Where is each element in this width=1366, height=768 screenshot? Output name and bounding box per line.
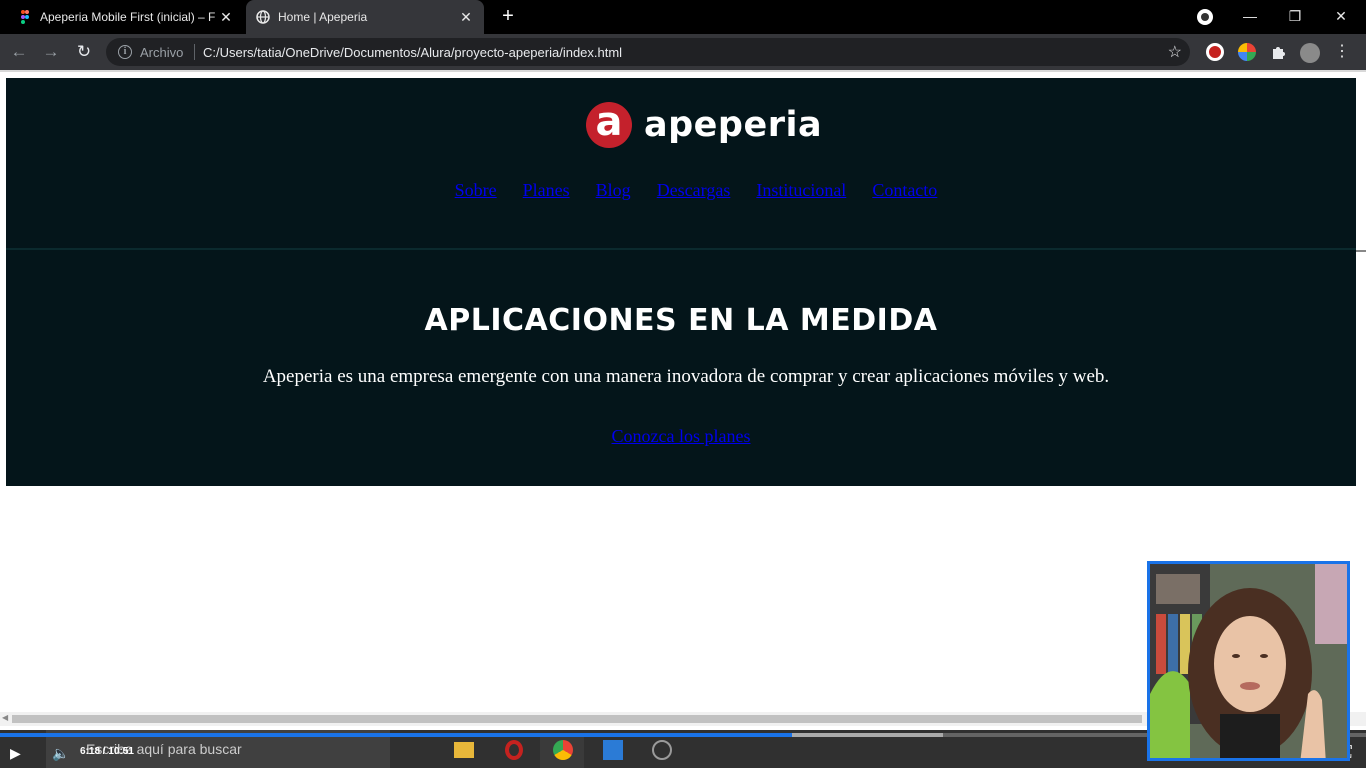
chrome-icon[interactable]: [540, 734, 584, 768]
logo-wordmark: apeperia: [644, 105, 823, 145]
new-tab-button[interactable]: +: [498, 6, 518, 26]
file-explorer-icon[interactable]: [442, 734, 486, 768]
tab-home-apeperia[interactable]: Home | Apeperia ✕: [246, 0, 484, 34]
reload-button[interactable]: ↻: [74, 42, 94, 62]
hero-title: APLICACIONES EN LA MEDIDA: [424, 303, 938, 338]
color-wheel-icon[interactable]: [1238, 43, 1256, 61]
time-separator: /: [102, 746, 106, 757]
volume-icon[interactable]: 🔈: [52, 744, 70, 762]
browser-menu-button[interactable]: ⋮: [1334, 42, 1350, 62]
scrollbar-thumb[interactable]: [12, 715, 1142, 723]
hero-description: Apeperia es una empresa emergente con un…: [262, 366, 1110, 387]
logo-mark-letter: a: [595, 99, 623, 145]
current-time: 6:18: [80, 746, 101, 757]
address-bar[interactable]: i Archivo C:/Users/tatia/OneDrive/Docume…: [106, 38, 1190, 66]
url-text[interactable]: C:/Users/tatia/OneDrive/Documentos/Alura…: [203, 45, 622, 60]
minimize-button[interactable]: —: [1238, 6, 1262, 26]
close-window-button[interactable]: ✕: [1329, 6, 1353, 26]
tab-apeperia-figma[interactable]: Apeperia Mobile First (inicial) – F ✕: [8, 0, 244, 34]
info-icon[interactable]: i: [118, 45, 132, 59]
vertical-scrollbar[interactable]: [1356, 250, 1366, 252]
back-button[interactable]: ←: [9, 42, 29, 62]
nav-link-contacto[interactable]: Contacto: [872, 180, 937, 201]
nav-link-institucional[interactable]: Institucional: [756, 180, 846, 201]
browser-toolbar: ← → ↻ i Archivo C:/Users/tatia/OneDrive/…: [0, 34, 1366, 70]
presenter-video-image: [1150, 564, 1347, 758]
site-container: a apeperia Sobre Planes Blog Descargas I…: [6, 78, 1356, 486]
apeperia-logo[interactable]: a apeperia: [586, 102, 822, 148]
logo-mark-icon: a: [586, 102, 632, 148]
profile-avatar-icon[interactable]: [1300, 43, 1320, 63]
task-view-icon[interactable]: [392, 734, 436, 768]
figma-icon: [21, 10, 29, 24]
puzzle-icon[interactable]: [1270, 43, 1288, 61]
close-tab-icon[interactable]: ✕: [458, 9, 474, 26]
media-control-icon[interactable]: [1197, 9, 1213, 25]
scroll-left-arrow-icon[interactable]: ◀: [2, 713, 8, 722]
video-time-readout: 6:18 / 10:51: [80, 746, 134, 757]
bookmark-star-icon[interactable]: ☆: [1168, 42, 1182, 62]
webcam-overlay: [1147, 561, 1350, 761]
play-button[interactable]: ▶: [10, 744, 30, 762]
hero-section: APLICACIONES EN LA MEDIDA Apeperia es un…: [6, 252, 1356, 486]
nav-link-sobre[interactable]: Sobre: [455, 180, 497, 201]
nav-link-descargas[interactable]: Descargas: [657, 180, 731, 201]
tab-title: Apeperia Mobile First (inicial) – F: [40, 10, 216, 24]
hero-plans-link[interactable]: Conozca los planes: [612, 426, 751, 446]
site-nav: Sobre Planes Blog Descargas Instituciona…: [6, 180, 1356, 201]
vscode-icon[interactable]: [590, 734, 634, 768]
nav-link-planes[interactable]: Planes: [523, 180, 570, 201]
opera-icon[interactable]: [492, 734, 536, 768]
site-scheme-label: Archivo: [140, 45, 184, 60]
obs-icon[interactable]: [640, 734, 684, 768]
browser-tab-bar: Apeperia Mobile First (inicial) – F ✕ Ho…: [0, 0, 1366, 34]
globe-icon: [256, 10, 270, 24]
forward-button[interactable]: →: [41, 42, 61, 62]
divider: [0, 70, 1366, 72]
video-duration: 10:51: [108, 746, 134, 757]
record-icon[interactable]: [1206, 43, 1224, 61]
tab-title: Home | Apeperia: [278, 10, 368, 24]
nav-link-blog[interactable]: Blog: [596, 180, 631, 201]
restore-button[interactable]: ❐: [1283, 6, 1307, 26]
video-progress-fill: [0, 733, 793, 737]
site-header: a apeperia Sobre Planes Blog Descargas I…: [6, 78, 1356, 250]
divider: [194, 44, 195, 60]
close-tab-icon[interactable]: ✕: [218, 9, 234, 26]
